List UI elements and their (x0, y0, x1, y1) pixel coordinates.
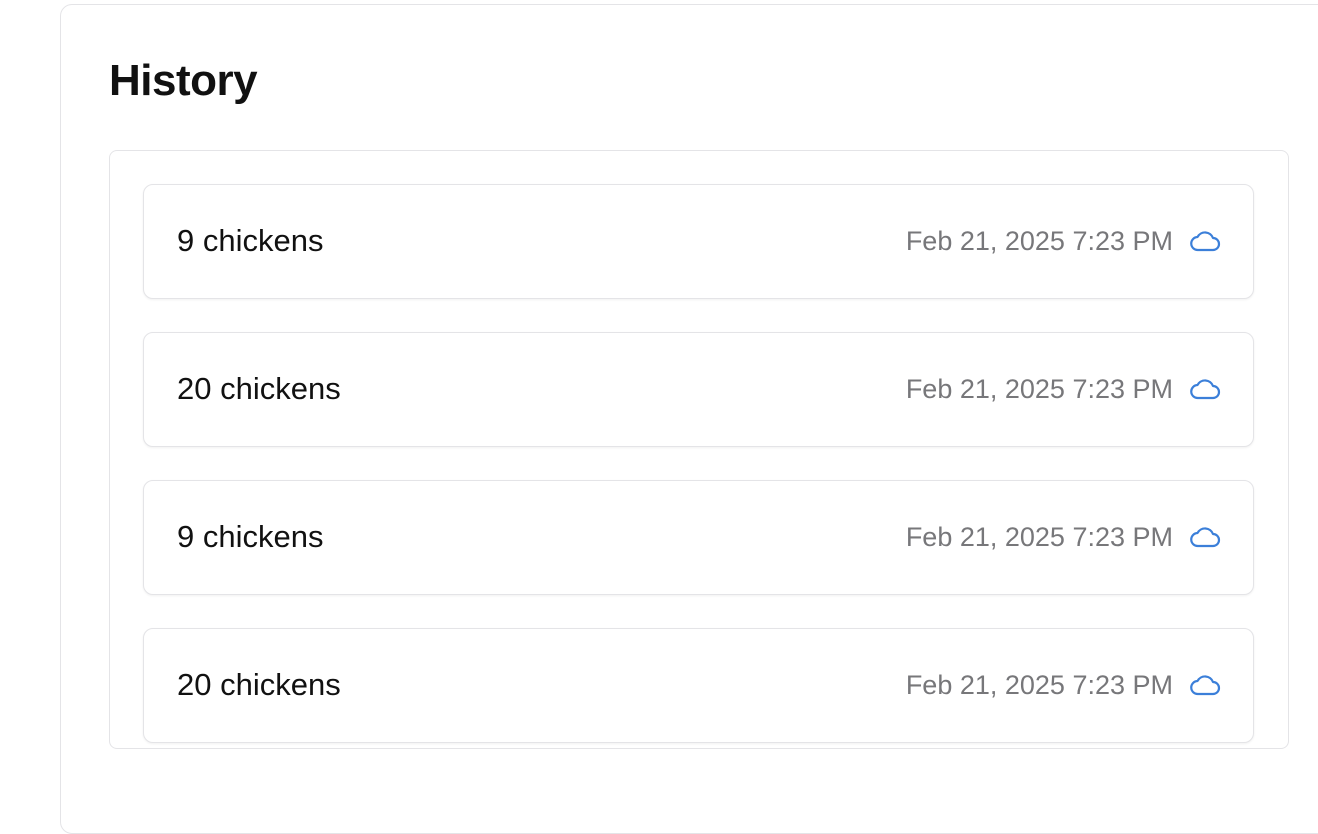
page-title: History (109, 56, 258, 105)
cloud-icon (1189, 377, 1221, 401)
history-item-timestamp: Feb 21, 2025 7:23 PM (905, 669, 1173, 700)
history-item-label: 9 chickens (177, 519, 324, 554)
history-item-label: 9 chickens (177, 223, 324, 258)
history-item-timestamp: Feb 21, 2025 7:23 PM (905, 225, 1173, 256)
history-item[interactable]: 20 chickens Feb 21, 2025 7:23 PM (143, 332, 1254, 447)
history-item-meta: Feb 21, 2025 7:23 PM (906, 185, 1221, 297)
history-item-meta: Feb 21, 2025 7:23 PM (906, 629, 1221, 741)
history-item[interactable]: 9 chickens Feb 21, 2025 7:23 PM (143, 480, 1254, 595)
cloud-icon (1189, 229, 1221, 253)
history-item-timestamp: Feb 21, 2025 7:23 PM (905, 373, 1173, 404)
history-item[interactable]: 20 chickens Feb 21, 2025 7:23 PM (143, 628, 1254, 743)
history-card: History 9 chickens Feb 21, 2025 7:23 PM … (60, 4, 1318, 834)
history-item-label: 20 chickens (177, 667, 341, 702)
history-item-label: 20 chickens (177, 371, 341, 406)
history-item[interactable]: 9 chickens Feb 21, 2025 7:23 PM (143, 184, 1254, 299)
history-item-meta: Feb 21, 2025 7:23 PM (906, 333, 1221, 445)
history-item-timestamp: Feb 21, 2025 7:23 PM (905, 521, 1173, 552)
history-list-container[interactable]: 9 chickens Feb 21, 2025 7:23 PM 20 chick… (109, 150, 1289, 749)
cloud-icon (1189, 673, 1221, 697)
cloud-icon (1189, 525, 1221, 549)
history-list: 9 chickens Feb 21, 2025 7:23 PM 20 chick… (143, 184, 1254, 748)
history-item-meta: Feb 21, 2025 7:23 PM (906, 481, 1221, 593)
